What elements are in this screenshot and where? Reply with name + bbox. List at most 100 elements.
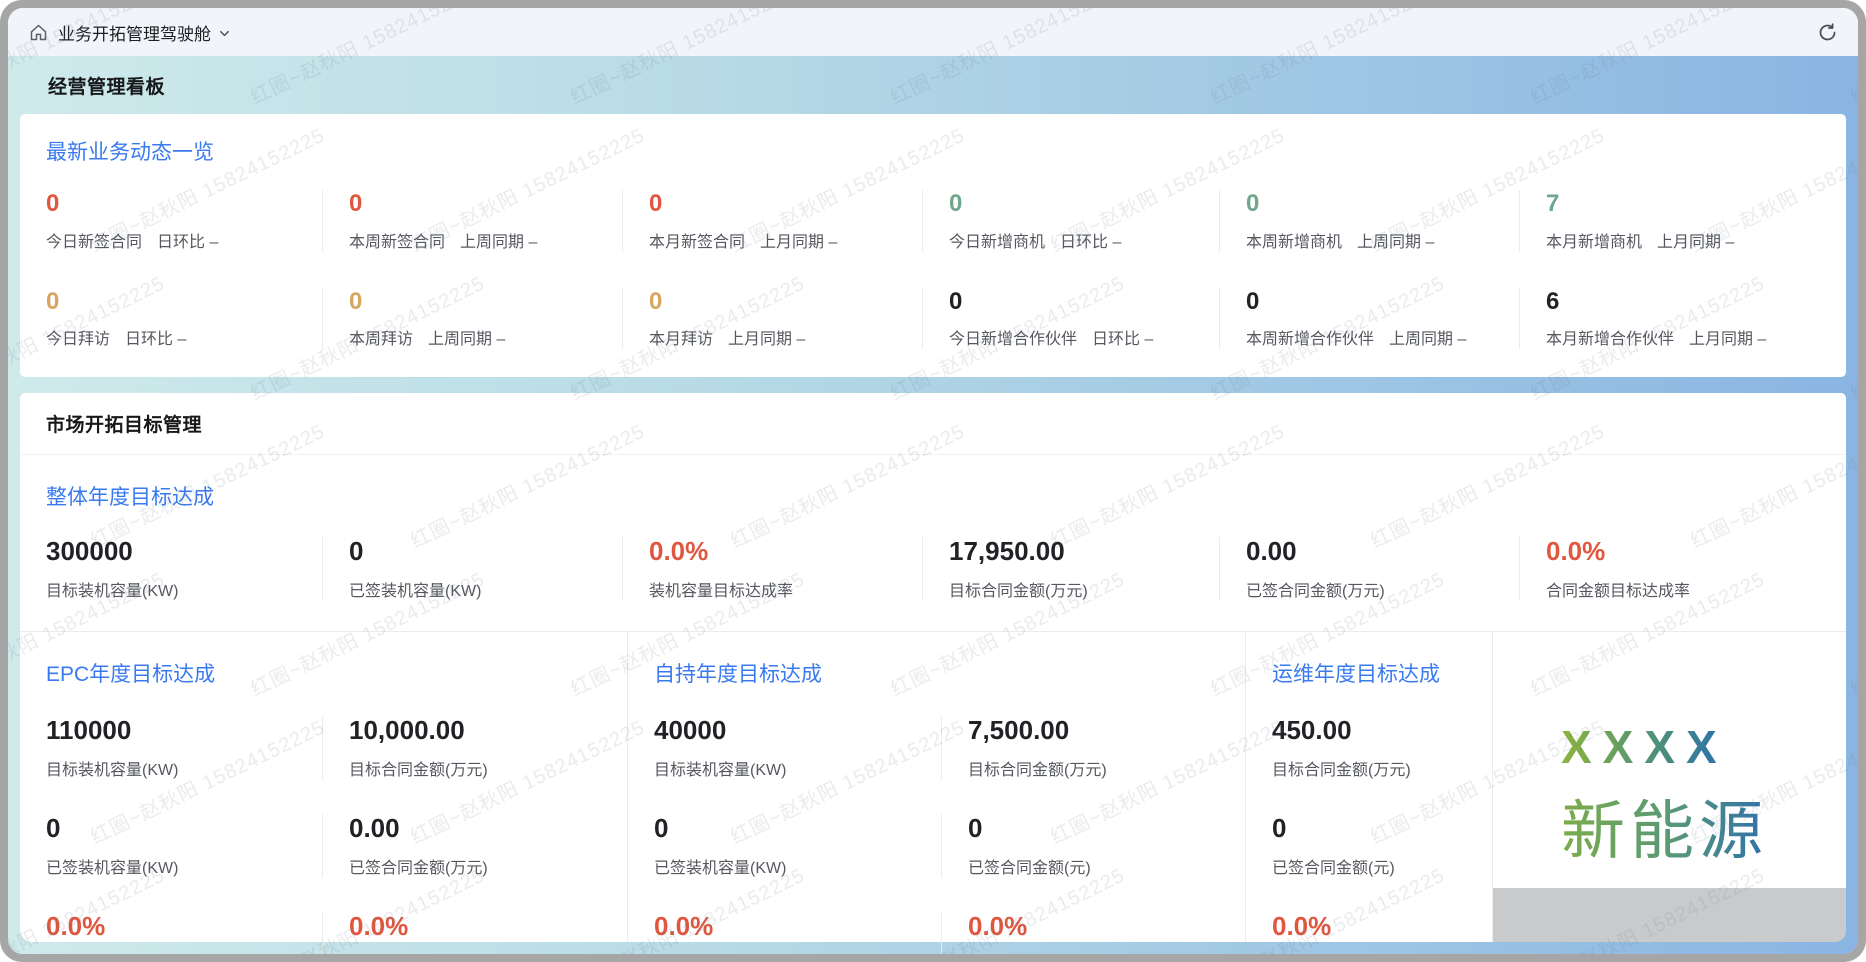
latest-dynamics-title: 最新业务动态一览	[46, 136, 1846, 166]
stat-value: 300000	[46, 537, 322, 567]
stat-label: 合同金额目标达成率	[968, 952, 1245, 954]
overall-target-grid: 300000 目标装机容量(KW) 0 已签装机容量(KW) 0.0% 装机容量…	[20, 537, 1846, 601]
stat-label: 已签装机容量(KW)	[349, 577, 622, 601]
stat-label: 目标装机容量(KW)	[46, 577, 322, 601]
stat-item: 7 本月新增商机上月同期 –	[1519, 190, 1846, 252]
stat-label: 本周拜访上周同期 –	[349, 325, 622, 349]
stat-label: 目标合同金额(万元)	[949, 577, 1219, 601]
stat-item: 17,950.00 目标合同金额(万元)	[922, 537, 1219, 601]
stat-item: 6 本月新增合作伙伴上月同期 –	[1519, 288, 1846, 350]
om-target-title: 运维年度目标达成	[1272, 658, 1492, 688]
stat-item: 0 已签装机容量(KW)	[20, 814, 322, 878]
stat-item: 0 已签装机容量(KW)	[628, 814, 941, 878]
stat-value: 0.00	[349, 814, 627, 844]
stat-item: 0 本周新签合同上周同期 –	[322, 190, 622, 252]
stat-value: 6	[1546, 288, 1846, 316]
stat-label: 已签合同金额(万元)	[1246, 577, 1519, 601]
stat-item: 0 已签装机容量(KW)	[322, 537, 622, 601]
stat-item: 0 今日新签合同日环比 –	[20, 190, 322, 252]
self-holding-target-section: 自持年度目标达成 40000 目标装机容量(KW) 7,500.00 目标合同金…	[627, 632, 1245, 942]
stat-value: 0	[349, 288, 622, 316]
page-title: 业务开拓管理驾驶舱	[58, 20, 211, 45]
stat-label: 装机容量目标达成率	[46, 952, 322, 954]
stat-item: 0 本周新增商机上周同期 –	[1219, 190, 1519, 252]
latest-dynamics-card: 最新业务动态一览 0 今日新签合同日环比 – 0 本周新签合同上周同期 – 0 …	[20, 114, 1846, 377]
stat-item: 0 已签合同金额(元)	[1246, 814, 1492, 878]
chevron-down-icon	[218, 25, 231, 40]
stat-label: 本周新增合作伙伴上周同期 –	[1246, 325, 1519, 349]
stat-value: 7,500.00	[968, 716, 1245, 746]
stat-item: 0 本周新增合作伙伴上周同期 –	[1219, 288, 1519, 350]
stat-label: 目标合同金额(万元)	[968, 756, 1245, 780]
stat-item: 10,000.00 目标合同金额(万元)	[322, 716, 627, 780]
company-logo-panel: XXXX 新能源	[1492, 632, 1846, 942]
stat-value: 0	[1272, 814, 1492, 844]
stat-label: 合同金额目标达成率	[1272, 952, 1492, 954]
stat-value: 40000	[654, 716, 941, 746]
stat-item: 0.0% 合同金额目标达成率	[1246, 912, 1492, 954]
top-bar: 业务开拓管理驾驶舱	[8, 8, 1858, 56]
logo-footer-bar	[1493, 888, 1846, 942]
epc-target-title: EPC年度目标达成	[46, 658, 627, 688]
page-title-dropdown[interactable]: 业务开拓管理驾驶舱	[58, 20, 231, 45]
stat-value: 0	[968, 814, 1245, 844]
stat-item: 0.00 已签合同金额(万元)	[1219, 537, 1519, 601]
stat-item: 0.0% 合同金额目标达成率	[941, 912, 1245, 954]
stat-value: 0	[1246, 288, 1519, 316]
dashboard-panel: 经营管理看板 最新业务动态一览 0 今日新签合同日环比 – 0 本周新签合同上周…	[8, 56, 1858, 954]
stat-label: 装机容量目标达成率	[654, 952, 941, 954]
stat-item: 450.00 目标合同金额(万元)	[1246, 716, 1492, 780]
stat-label: 已签装机容量(KW)	[46, 854, 322, 878]
stat-label: 目标装机容量(KW)	[46, 756, 322, 780]
stat-label: 本月新签合同上月同期 –	[649, 228, 922, 252]
market-target-header: 市场开拓目标管理	[20, 393, 1846, 455]
stat-value: 0	[654, 814, 941, 844]
category-target-columns: EPC年度目标达成 110000 目标装机容量(KW) 10,000.00 目标…	[20, 632, 1846, 942]
stat-label: 合同金额目标达成率	[349, 952, 627, 954]
stat-item: 0 本周拜访上周同期 –	[322, 288, 622, 350]
stat-value: 0	[46, 190, 322, 218]
market-target-panel: 市场开拓目标管理 整体年度目标达成 300000 目标装机容量(KW) 0 已签…	[20, 393, 1846, 942]
stat-value: 110000	[46, 716, 322, 746]
stat-item: 0 今日新增商机日环比 –	[922, 190, 1219, 252]
stat-value: 7	[1546, 190, 1846, 218]
stat-value: 0.0%	[46, 912, 322, 942]
stat-item: 0.0% 装机容量目标达成率	[622, 537, 922, 601]
stat-label: 今日新增合作伙伴日环比 –	[949, 325, 1219, 349]
stat-item: 0 今日新增合作伙伴日环比 –	[922, 288, 1219, 350]
stat-label: 本周新签合同上周同期 –	[349, 228, 622, 252]
stat-item: 300000 目标装机容量(KW)	[20, 537, 322, 601]
stat-value: 0	[949, 190, 1219, 218]
stat-item: 110000 目标装机容量(KW)	[20, 716, 322, 780]
stat-item: 40000 目标装机容量(KW)	[628, 716, 941, 780]
stat-label: 已签合同金额(万元)	[349, 854, 627, 878]
stat-value: 0.0%	[349, 912, 627, 942]
stat-item: 0 已签合同金额(元)	[941, 814, 1245, 878]
stat-value: 0.0%	[1272, 912, 1492, 942]
stat-label: 今日新增商机日环比 –	[949, 228, 1219, 252]
stat-label: 本月新增商机上月同期 –	[1546, 228, 1846, 252]
app-window: 业务开拓管理驾驶舱 经营管理看板 最新业务动态一览	[0, 0, 1866, 962]
stat-value: 0	[46, 288, 322, 316]
stat-value: 0.00	[1246, 537, 1519, 567]
stat-value: 0	[649, 190, 922, 218]
stat-value: 0	[46, 814, 322, 844]
stat-value: 10,000.00	[349, 716, 627, 746]
stat-label: 目标装机容量(KW)	[654, 756, 941, 780]
refresh-icon[interactable]	[1817, 22, 1838, 43]
stat-value: 0	[649, 288, 922, 316]
company-logo-line2: 新能源	[1561, 780, 1768, 872]
latest-dynamics-grid: 0 今日新签合同日环比 – 0 本周新签合同上周同期 – 0 本月新签合同上月同…	[20, 190, 1846, 349]
stat-item: 0.0% 合同金额目标达成率	[1519, 537, 1846, 601]
stat-label: 目标合同金额(万元)	[1272, 756, 1492, 780]
stat-item: 0 今日拜访日环比 –	[20, 288, 322, 350]
stat-label: 本周新增商机上周同期 –	[1246, 228, 1519, 252]
stat-value: 0	[1246, 190, 1519, 218]
home-icon[interactable]	[28, 22, 49, 43]
stat-value: 450.00	[1272, 716, 1492, 746]
stat-label: 已签合同金额(元)	[968, 854, 1245, 878]
overall-target-section: 整体年度目标达成 300000 目标装机容量(KW) 0 已签装机容量(KW) …	[20, 455, 1846, 632]
stat-item: 0 本月新签合同上月同期 –	[622, 190, 922, 252]
stat-label: 今日拜访日环比 –	[46, 325, 322, 349]
stat-item: 7,500.00 目标合同金额(万元)	[941, 716, 1245, 780]
